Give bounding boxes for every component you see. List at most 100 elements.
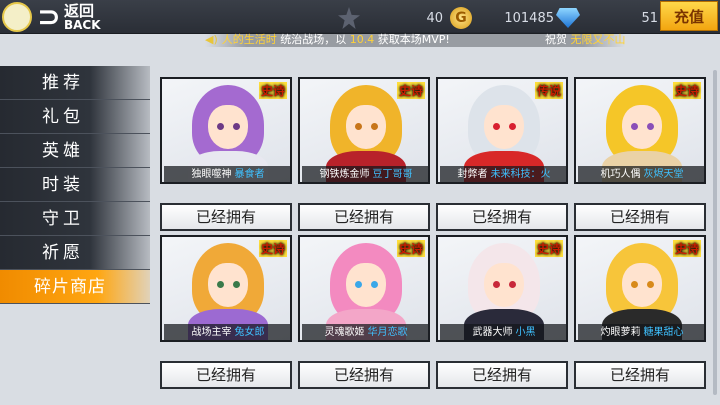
hero-card[interactable]: 史诗 独眼噬神 暴食者 已经拥有 — [160, 77, 292, 232]
hero-name: 机巧人偶 — [600, 169, 641, 180]
rarity-badge: 史诗 — [258, 82, 287, 99]
owned-button[interactable]: 已经拥有 — [574, 203, 706, 231]
sidebar-item-recommend[interactable]: 推荐 — [0, 66, 150, 100]
hero-portrait[interactable]: 史诗 钢铁炼金师 豆丁哥哥 — [298, 77, 430, 184]
hero-card[interactable]: 史诗 战场主宰 兔女郎 已经拥有 — [160, 235, 292, 390]
hero-name-bar: 灼眼萝莉 糖果甜心 — [578, 324, 704, 340]
hero-name: 战场主宰 — [191, 327, 232, 338]
hero-portrait[interactable]: 史诗 灼眼萝莉 糖果甜心 — [574, 235, 706, 342]
hero-eye — [631, 281, 638, 288]
rarity-badge: 史诗 — [396, 82, 425, 99]
hero-name: 封弊者 — [457, 169, 488, 180]
hero-card[interactable]: 传说 封弊者 未来科技：火 已经拥有 — [436, 77, 568, 232]
recharge-button[interactable]: 充值 — [660, 1, 718, 31]
hero-author: 兔女郎 — [234, 327, 265, 338]
hero-author: 未来科技：火 — [490, 169, 551, 180]
hero-eye — [509, 281, 516, 288]
hero-eye — [371, 123, 378, 130]
speaker-icon: ◀) — [205, 33, 218, 46]
hero-name: 钢铁炼金师 — [319, 169, 370, 180]
shop-sidebar: 推荐 礼包 英雄 时装 守卫 祈愿 碎片商店 — [0, 66, 150, 304]
owned-button[interactable]: 已经拥有 — [436, 361, 568, 389]
hero-author: 小黑 — [515, 327, 536, 338]
hero-name-bar: 机巧人偶 灰烬天堂 — [578, 166, 704, 182]
hero-name: 灼眼萝莉 — [600, 327, 641, 338]
sidebar-item-gift-pack[interactable]: 礼包 — [0, 100, 150, 134]
owned-button[interactable]: 已经拥有 — [574, 361, 706, 389]
grid-scrollbar[interactable] — [713, 70, 717, 395]
hero-portrait[interactable]: 史诗 灵魂歌姬 华月恋歌 — [298, 235, 430, 342]
sidebar-item-wish[interactable]: 祈愿 — [0, 236, 150, 270]
owned-button[interactable]: 已经拥有 — [436, 203, 568, 231]
hero-author: 豆丁哥哥 — [372, 169, 413, 180]
rarity-badge: 史诗 — [396, 240, 425, 257]
hero-name-bar: 战场主宰 兔女郎 — [164, 324, 290, 340]
hero-name-bar: 武器大师 小黑 — [440, 324, 566, 340]
sidebar-item-fragment-shop[interactable]: 碎片商店 — [0, 270, 150, 304]
hero-eye — [355, 123, 362, 130]
hero-author: 暴食者 — [234, 169, 265, 180]
ticker-congrats: 祝贺 无限又不山 — [545, 32, 626, 47]
hero-card[interactable]: 史诗 机巧人偶 灰烬天堂 已经拥有 — [574, 77, 706, 232]
hero-face — [208, 105, 248, 149]
hero-card[interactable]: 史诗 灼眼萝莉 糖果甜心 已经拥有 — [574, 235, 706, 390]
hero-name: 武器大师 — [472, 327, 513, 338]
hero-card[interactable]: 史诗 武器大师 小黑 已经拥有 — [436, 235, 568, 390]
hero-eye — [355, 281, 362, 288]
hero-eye — [647, 281, 654, 288]
gold-counter: G 101485 — [450, 7, 554, 29]
hero-portrait[interactable]: 史诗 机巧人偶 灰烬天堂 — [574, 77, 706, 184]
ticker-score: 10.4 — [349, 33, 375, 46]
hero-portrait[interactable]: 史诗 武器大师 小黑 — [436, 235, 568, 342]
hero-name-bar: 灵魂歌姬 华月恋歌 — [302, 324, 428, 340]
hero-name-bar: 钢铁炼金师 豆丁哥哥 — [302, 166, 428, 182]
star-count: 40 — [426, 10, 443, 26]
hero-face — [208, 263, 248, 307]
hero-face — [622, 263, 662, 307]
gold-count: 101485 — [504, 10, 554, 26]
hero-face — [346, 263, 386, 307]
hero-eye — [631, 123, 638, 130]
hero-eye — [647, 123, 654, 130]
back-label-en: BACK — [64, 18, 101, 32]
avatar[interactable] — [2, 2, 32, 32]
hero-portrait[interactable]: 史诗 独眼噬神 暴食者 — [160, 77, 292, 184]
hero-portrait[interactable]: 传说 封弊者 未来科技：火 — [436, 77, 568, 184]
sidebar-item-guards[interactable]: 守卫 — [0, 202, 150, 236]
hero-name: 灵魂歌姬 — [324, 327, 365, 338]
hero-eye — [509, 123, 516, 130]
hero-card[interactable]: 史诗 钢铁炼金师 豆丁哥哥 已经拥有 — [298, 77, 430, 232]
hero-card[interactable]: 史诗 灵魂歌姬 华月恋歌 已经拥有 — [298, 235, 430, 390]
owned-button[interactable]: 已经拥有 — [298, 203, 430, 231]
rarity-badge: 史诗 — [672, 240, 701, 257]
hero-eye — [233, 123, 240, 130]
hero-face — [484, 105, 524, 149]
rarity-badge: 传说 — [534, 82, 563, 99]
hero-name-bar: 封弊者 未来科技：火 — [440, 166, 566, 182]
hero-face — [484, 263, 524, 307]
hero-author: 灰烬天堂 — [643, 169, 684, 180]
star-icon — [338, 7, 360, 29]
owned-button[interactable]: 已经拥有 — [160, 203, 292, 231]
sidebar-item-heroes[interactable]: 英雄 — [0, 134, 150, 168]
ticker-text-2: 获取本场MVP! — [374, 33, 450, 46]
sidebar-item-skins[interactable]: 时装 — [0, 168, 150, 202]
hero-face — [622, 105, 662, 149]
hero-portrait[interactable]: 史诗 战场主宰 兔女郎 — [160, 235, 292, 342]
ticker-congrats-label: 祝贺 — [545, 33, 571, 46]
hero-name-bar: 独眼噬神 暴食者 — [164, 166, 290, 182]
ticker-player: 人的生活时 — [221, 33, 277, 46]
back-button[interactable]: ⊃ 返回 BACK — [34, 2, 106, 34]
hero-eye — [217, 123, 224, 130]
hero-face — [346, 105, 386, 149]
ticker-congrats-target: 无限又不山 — [570, 33, 626, 46]
rarity-badge: 史诗 — [672, 82, 701, 99]
hero-eye — [493, 281, 500, 288]
hero-author: 华月恋歌 — [367, 327, 408, 338]
owned-button[interactable]: 已经拥有 — [160, 361, 292, 389]
star-counter: 40 — [338, 7, 443, 29]
hero-author: 糖果甜心 — [643, 327, 684, 338]
owned-button[interactable]: 已经拥有 — [298, 361, 430, 389]
hero-eye — [217, 281, 224, 288]
rarity-badge: 史诗 — [258, 240, 287, 257]
